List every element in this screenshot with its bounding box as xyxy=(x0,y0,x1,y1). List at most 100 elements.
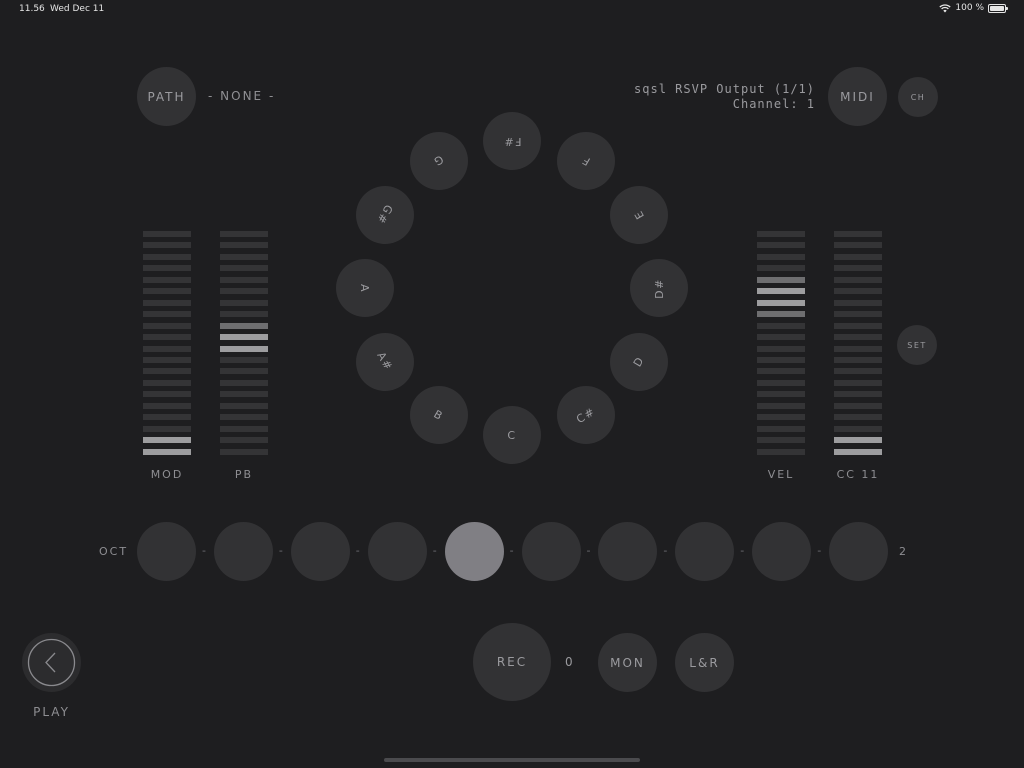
note-button[interactable]: A# xyxy=(355,332,414,391)
meter-segment xyxy=(757,402,805,409)
note-label: G# xyxy=(373,202,396,227)
rec-count: 0 xyxy=(565,655,575,669)
meter-segment xyxy=(834,437,882,444)
octave-button[interactable] xyxy=(752,522,812,581)
octave-button[interactable] xyxy=(598,522,658,581)
note-label: G xyxy=(430,152,447,169)
octave-button[interactable] xyxy=(367,522,427,581)
octave-separator: - xyxy=(663,544,668,557)
meter-segment xyxy=(220,345,268,352)
octave-separator: - xyxy=(740,544,745,557)
meter-segment xyxy=(834,231,882,237)
status-right: 100 % xyxy=(939,3,1008,13)
octave-button[interactable] xyxy=(521,522,581,581)
status-time: 11.56 xyxy=(19,4,45,14)
midi-output-name: sqsl RSVP Output (1/1) xyxy=(634,82,815,96)
note-label: A# xyxy=(374,349,396,374)
note-button[interactable]: A xyxy=(336,259,394,317)
meter-segment xyxy=(143,356,191,363)
meter[interactable] xyxy=(143,231,191,460)
meter-segment xyxy=(834,414,882,421)
note-button[interactable]: G# xyxy=(355,185,414,244)
midi-output-info: sqsl RSVP Output (1/1) Channel: 1 xyxy=(634,82,815,112)
octave-separator: - xyxy=(586,544,591,557)
meter-segment xyxy=(757,414,805,421)
note-button[interactable]: D# xyxy=(630,259,688,317)
meter-segment xyxy=(757,425,805,432)
set-button[interactable]: SET xyxy=(897,325,937,365)
meter-segment xyxy=(834,253,882,260)
note-button[interactable]: D xyxy=(610,332,669,391)
meter-segment xyxy=(143,345,191,352)
status-date: Wed Dec 11 xyxy=(50,4,105,14)
octave-button[interactable] xyxy=(290,522,350,581)
note-label: A xyxy=(358,283,372,293)
meter-segment xyxy=(143,414,191,421)
note-button[interactable]: B xyxy=(409,386,468,445)
path-button[interactable]: PATH xyxy=(137,67,196,126)
meter-label: PB xyxy=(234,468,254,481)
rec-button[interactable]: REC xyxy=(473,623,551,701)
note-label: E xyxy=(631,207,648,222)
meter-segment xyxy=(143,368,191,375)
meter-segment xyxy=(220,231,268,237)
octave-button[interactable] xyxy=(675,522,735,581)
note-button[interactable]: G xyxy=(409,131,468,190)
note-label: C# xyxy=(573,404,598,426)
meter-segment xyxy=(757,299,805,306)
midi-channel: Channel: 1 xyxy=(732,97,815,111)
status-bar: 11.56 Wed Dec 11 100 % xyxy=(0,0,1024,20)
meter-segment xyxy=(757,391,805,398)
octave-button[interactable] xyxy=(829,522,889,581)
meter[interactable] xyxy=(834,231,882,460)
meter-segment xyxy=(757,368,805,375)
meter-segment xyxy=(143,242,191,249)
octave-button[interactable] xyxy=(213,522,273,581)
meter-segment xyxy=(757,288,805,295)
meter-segment xyxy=(143,276,191,283)
meter-segment xyxy=(757,311,805,318)
meter-segment xyxy=(143,288,191,295)
meter-segment xyxy=(143,231,191,237)
meter[interactable] xyxy=(757,231,805,460)
meter-segment xyxy=(220,425,268,432)
meter-segment xyxy=(834,425,882,432)
midi-button[interactable]: MIDI xyxy=(828,67,887,126)
meter[interactable] xyxy=(220,231,268,460)
note-button[interactable]: F xyxy=(556,131,615,190)
note-button[interactable]: C# xyxy=(556,386,615,445)
meter-segment xyxy=(757,265,805,272)
home-indicator xyxy=(384,758,640,762)
note-button[interactable]: E xyxy=(610,185,669,244)
meter-segment xyxy=(220,288,268,295)
meter-segment xyxy=(757,253,805,260)
meter-segment xyxy=(757,356,805,363)
meter-segment xyxy=(834,448,882,455)
note-label: F# xyxy=(502,134,522,148)
chevron-left-icon xyxy=(27,638,76,687)
meter-segment xyxy=(834,288,882,295)
octave-button[interactable] xyxy=(444,522,504,581)
meter-segment xyxy=(143,379,191,386)
note-button[interactable]: F# xyxy=(483,112,541,170)
octave-separator: - xyxy=(278,544,283,557)
meter-segment xyxy=(220,242,268,249)
battery-icon xyxy=(988,3,1008,13)
note-button[interactable]: C xyxy=(483,406,541,464)
octave-button[interactable] xyxy=(137,522,196,581)
meter-segment xyxy=(834,345,882,352)
meter-segment xyxy=(143,334,191,341)
meter-segment xyxy=(834,368,882,375)
meter-segment xyxy=(220,414,268,421)
mon-button[interactable]: MON xyxy=(598,633,657,692)
meter-segment xyxy=(757,242,805,249)
battery-percent: 100 % xyxy=(955,3,984,13)
channel-button[interactable]: CH xyxy=(898,77,938,117)
lr-button[interactable]: L&R xyxy=(675,633,734,692)
play-label: PLAY xyxy=(33,705,70,719)
meter-segment xyxy=(220,265,268,272)
meter-segment xyxy=(757,448,805,455)
meter-segment xyxy=(834,311,882,318)
meter-segment xyxy=(143,402,191,409)
play-button[interactable] xyxy=(22,633,81,692)
